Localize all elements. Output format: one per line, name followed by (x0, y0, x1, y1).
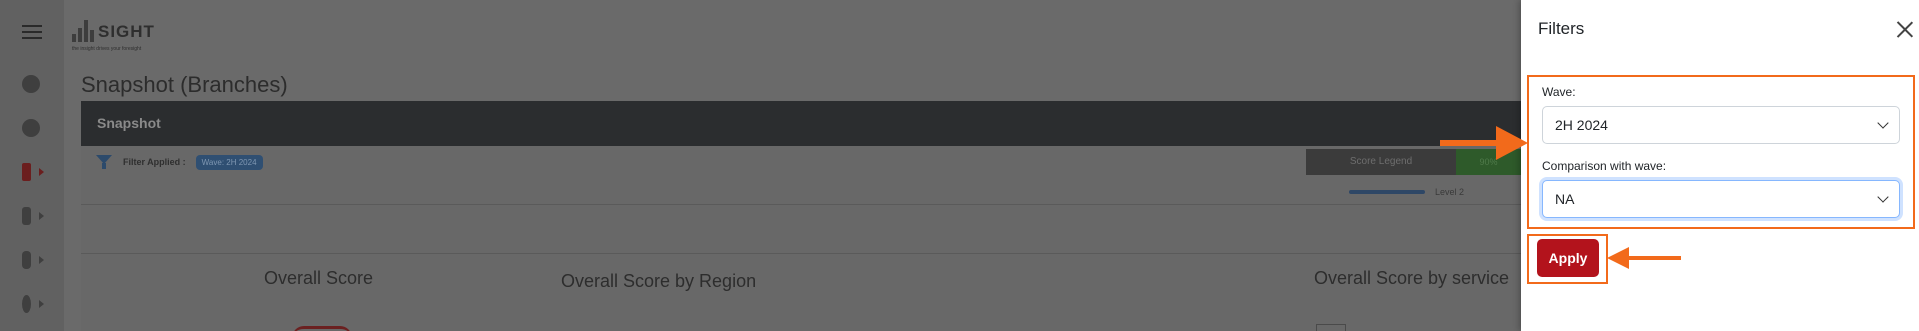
service-chart-frame (1316, 324, 1346, 331)
overall-score-donut (292, 326, 352, 331)
close-icon[interactable] (1896, 20, 1914, 38)
snapshot-card: Snapshot Filter Applied : Wave: 2H 2024 … (81, 101, 1521, 331)
level-line (1349, 190, 1425, 194)
score-legend-title: Score Legend (1349, 156, 1413, 167)
annotation-arrow-right (1440, 126, 1528, 160)
chevron-down-icon (1877, 117, 1889, 129)
comparison-label: Comparison with wave: (1542, 159, 1667, 173)
annotation-arrow-left (1607, 247, 1681, 269)
logo: SIGHT the insight drives your foresight (72, 12, 162, 52)
sidebar (0, 0, 64, 331)
logo-tagline: the insight drives your foresight (72, 46, 142, 52)
level-legend: Level 2 (1349, 187, 1464, 197)
drawer-title: Filters (1538, 19, 1585, 38)
filter-applied-row: Filter Applied : Wave: 2H 2024 (95, 153, 263, 171)
comparison-select[interactable]: NA (1542, 180, 1900, 218)
hamburger-menu-icon[interactable] (22, 25, 42, 39)
wave-label: Wave: (1542, 85, 1576, 99)
database-icon[interactable] (22, 250, 44, 270)
apply-button[interactable]: Apply (1537, 239, 1599, 277)
page-title: Snapshot (Branches) (81, 72, 288, 97)
chevron-down-icon (1877, 191, 1889, 203)
card-header: Snapshot (81, 101, 1521, 146)
logo-text: SIGHT (98, 22, 155, 41)
bank-icon[interactable] (22, 162, 44, 182)
users-icon[interactable] (22, 294, 44, 314)
filter-chip: Wave: 2H 2024 (195, 154, 263, 170)
filter-applied-label: Filter Applied : (123, 157, 186, 167)
filter-funnel-icon[interactable] (95, 153, 113, 171)
overall-score-title: Overall Score (264, 268, 374, 288)
score-by-service-title: Overall Score by service (1314, 268, 1510, 288)
crown-icon[interactable] (22, 206, 44, 226)
wave-select[interactable]: 2H 2024 (1542, 106, 1900, 144)
level-label: Level 2 (1435, 187, 1465, 197)
divider (81, 253, 1521, 254)
logo-bars-icon (72, 14, 98, 42)
wave-select-value: 2H 2024 (1555, 117, 1608, 133)
divider (81, 204, 1521, 205)
score-by-region-title: Overall Score by Region (561, 271, 757, 291)
comparison-select-value: NA (1555, 191, 1575, 207)
pie-chart-icon[interactable] (22, 118, 44, 138)
dashboard-icon[interactable] (22, 74, 44, 94)
